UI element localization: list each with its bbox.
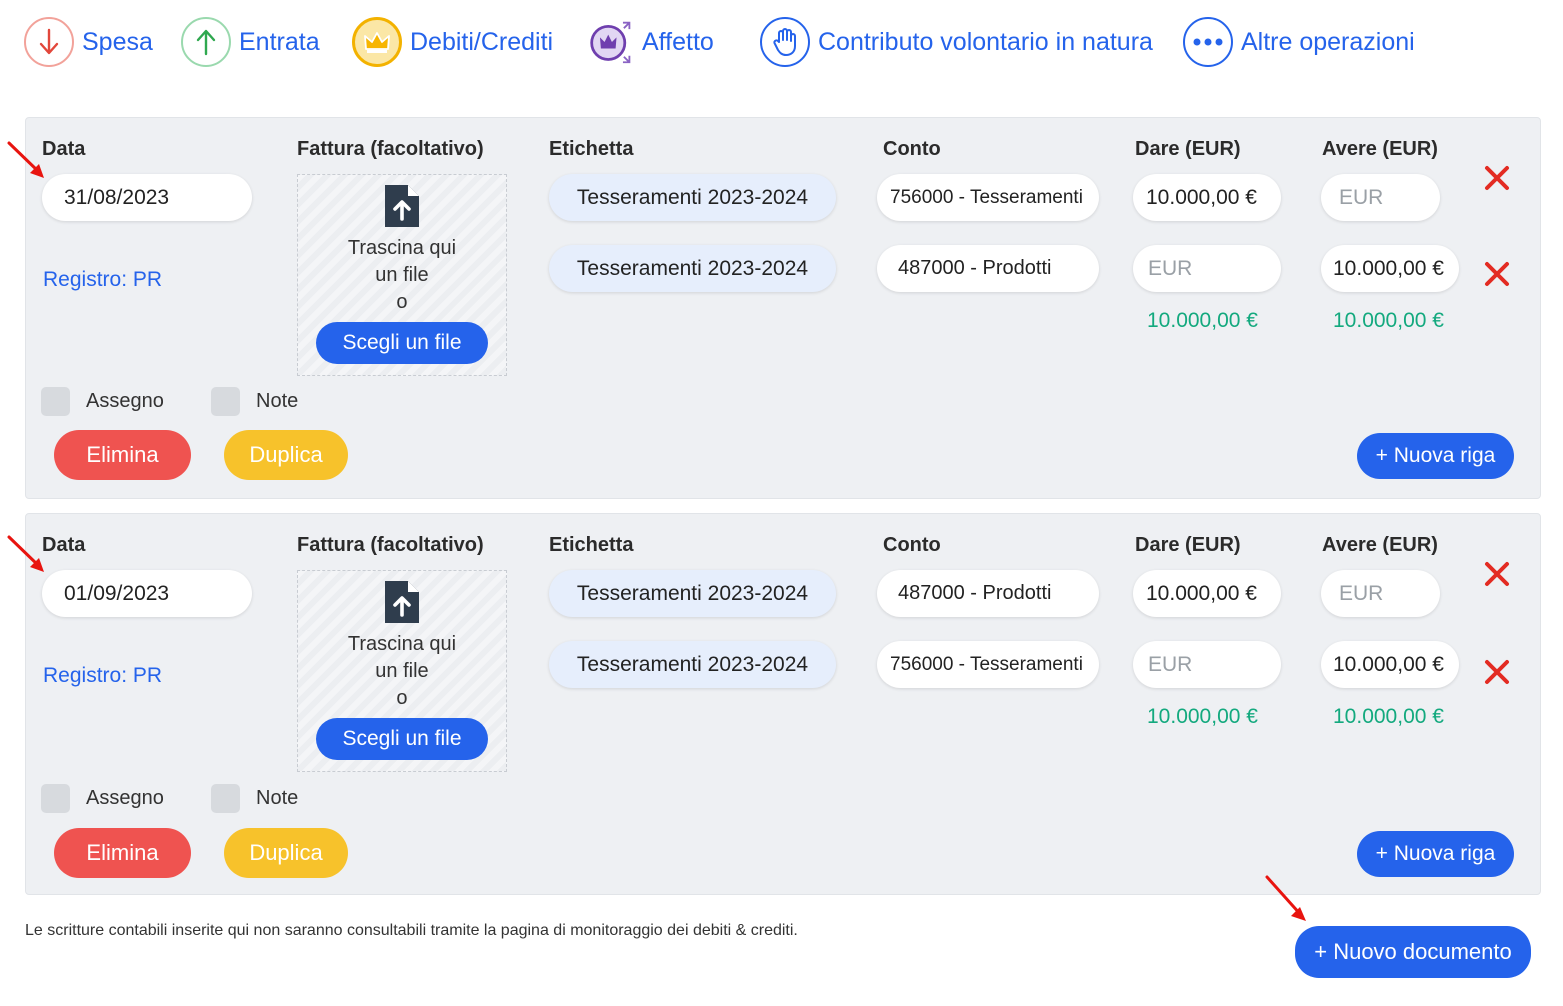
document-card: Data Fattura (facoltativo) Etichetta Con… [25, 117, 1541, 499]
dropzone-line: o [396, 687, 408, 709]
op-label: Altre operazioni [1241, 27, 1415, 56]
header-etichetta: Etichetta [549, 534, 634, 556]
op-label: Entrata [239, 27, 320, 56]
dropzone-text: Trascina qui un file o [348, 631, 456, 712]
note-checkbox[interactable]: Note [211, 784, 298, 813]
account-select[interactable]: 756000 - Tesseramenti [877, 174, 1099, 221]
remove-row-icon[interactable] [1484, 561, 1510, 587]
more-dots-icon [1183, 17, 1233, 67]
choose-file-button[interactable]: Scegli un file [316, 718, 488, 760]
account-select[interactable]: 487000 - Prodotti [877, 570, 1099, 617]
label-tag[interactable]: Tesseramenti 2023-2024 [549, 570, 836, 617]
checkbox-box[interactable] [211, 784, 240, 813]
header-conto: Conto [883, 534, 941, 556]
arrow-down-icon [24, 17, 74, 67]
checkbox-label: Note [256, 390, 299, 412]
file-upload-icon [385, 185, 419, 227]
date-input[interactable]: 31/08/2023 [42, 174, 252, 221]
header-fattura: Fattura (facoltativo) [297, 138, 484, 160]
header-data: Data [42, 534, 86, 556]
registro-link[interactable]: Registro: PR [43, 664, 162, 688]
invoice-dropzone[interactable]: Trascina qui un file o Scegli un file [297, 174, 507, 376]
debit-input[interactable]: EUR [1133, 641, 1281, 688]
header-dare: Dare (EUR) [1135, 534, 1241, 556]
remove-row-icon[interactable] [1484, 165, 1510, 191]
invoice-dropzone[interactable]: Trascina qui un file o Scegli un file [297, 570, 507, 772]
duplicate-button[interactable]: Duplica [224, 828, 348, 878]
op-debiti-crediti[interactable]: Debiti/Crediti [352, 14, 553, 70]
dropzone-line: un file [375, 660, 429, 682]
date-value: 01/09/2023 [64, 581, 170, 605]
op-label: Spesa [82, 27, 153, 56]
credit-input[interactable]: EUR [1321, 570, 1440, 617]
header-conto: Conto [883, 138, 941, 160]
op-entrata[interactable]: Entrata [181, 14, 320, 70]
operation-type-bar: Spesa Entrata Debiti/Crediti Affetto Con… [0, 0, 1563, 90]
checkbox-label: Assegno [86, 390, 164, 412]
footnote: Le scritture contabili inserite qui non … [25, 922, 798, 939]
assegno-checkbox[interactable]: Assegno [41, 784, 164, 813]
note-checkbox[interactable]: Note [211, 387, 298, 416]
crown-expand-icon [588, 19, 634, 65]
debit-input[interactable]: EUR [1133, 245, 1281, 292]
crown-icon [352, 17, 402, 67]
credit-input[interactable]: 10.000,00 € [1321, 641, 1459, 688]
label-tag[interactable]: Tesseramenti 2023-2024 [549, 174, 836, 221]
header-avere: Avere (EUR) [1322, 138, 1438, 160]
op-label: Contributo volontario in natura [818, 27, 1153, 56]
header-data: Data [42, 138, 86, 160]
remove-row-icon[interactable] [1484, 659, 1510, 685]
delete-button[interactable]: Elimina [54, 828, 191, 878]
remove-row-icon[interactable] [1484, 261, 1510, 287]
debit-input[interactable]: 10.000,00 € [1133, 570, 1281, 617]
debit-input[interactable]: 10.000,00 € [1133, 174, 1281, 221]
header-avere: Avere (EUR) [1322, 534, 1438, 556]
header-fattura: Fattura (facoltativo) [297, 534, 484, 556]
dropzone-line: un file [375, 264, 429, 286]
header-dare: Dare (EUR) [1135, 138, 1241, 160]
credit-input[interactable]: 10.000,00 € [1321, 245, 1459, 292]
hand-icon [760, 17, 810, 67]
checkbox-box[interactable] [211, 387, 240, 416]
dropzone-line: Trascina qui [347, 633, 457, 655]
date-input[interactable]: 01/09/2023 [42, 570, 252, 617]
new-row-button[interactable]: + Nuova riga [1357, 433, 1514, 479]
dropzone-line: Trascina qui [347, 237, 457, 259]
duplicate-button[interactable]: Duplica [224, 430, 348, 480]
credit-input[interactable]: EUR [1321, 174, 1440, 221]
assegno-checkbox[interactable]: Assegno [41, 387, 164, 416]
label-tag[interactable]: Tesseramenti 2023-2024 [549, 245, 836, 292]
account-select[interactable]: 487000 - Prodotti [877, 245, 1099, 292]
total-credit: 10.000,00 € [1333, 705, 1444, 728]
label-tag[interactable]: Tesseramenti 2023-2024 [549, 641, 836, 688]
total-debit: 10.000,00 € [1147, 309, 1258, 332]
dropzone-line: o [396, 291, 408, 313]
total-debit: 10.000,00 € [1147, 705, 1258, 728]
date-value: 31/08/2023 [64, 185, 170, 209]
checkbox-box[interactable] [41, 387, 70, 416]
document-card: Data Fattura (facoltativo) Etichetta Con… [25, 513, 1541, 895]
new-row-button[interactable]: + Nuova riga [1357, 831, 1514, 877]
new-document-button[interactable]: + Nuovo documento [1295, 926, 1531, 978]
file-upload-icon [385, 581, 419, 623]
op-label: Affetto [642, 27, 714, 56]
header-etichetta: Etichetta [549, 138, 634, 160]
total-credit: 10.000,00 € [1333, 309, 1444, 332]
op-contributo-volontario[interactable]: Contributo volontario in natura [760, 14, 1153, 70]
delete-button[interactable]: Elimina [54, 430, 191, 480]
dropzone-text: Trascina qui un file o [348, 235, 456, 316]
checkbox-box[interactable] [41, 784, 70, 813]
op-affetto[interactable]: Affetto [588, 14, 714, 70]
arrow-up-icon [181, 17, 231, 67]
checkbox-label: Assegno [86, 787, 164, 809]
registro-link[interactable]: Registro: PR [43, 268, 162, 292]
op-altre-operazioni[interactable]: Altre operazioni [1183, 14, 1415, 70]
account-select[interactable]: 756000 - Tesseramenti [877, 641, 1099, 688]
choose-file-button[interactable]: Scegli un file [316, 322, 488, 364]
op-spesa[interactable]: Spesa [24, 14, 153, 70]
op-label: Debiti/Crediti [410, 27, 554, 56]
checkbox-label: Note [256, 787, 299, 809]
